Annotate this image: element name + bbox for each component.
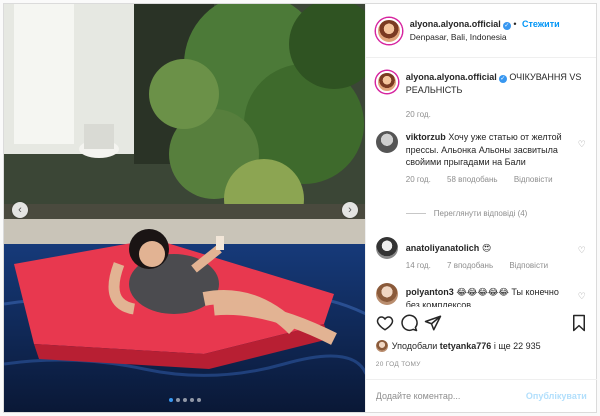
heart-icon[interactable]: ♡ <box>578 245 586 256</box>
action-bar <box>376 312 588 334</box>
location-link[interactable]: Denpasar, Bali, Indonesia <box>410 31 560 44</box>
comment-item: anatoliyanatolich 😍 14 год. 7 вподобань … <box>375 237 588 270</box>
carousel-dot <box>190 398 194 402</box>
comment-icon[interactable] <box>400 314 418 332</box>
add-comment-bar: Опублікувати <box>365 379 597 412</box>
comment-item: viktorzub Хочу уже статью от желтой прес… <box>375 131 588 184</box>
avatar[interactable] <box>375 340 388 352</box>
post-side-panel: alyona.alyona.official ✓ • Стежити Denpas… <box>364 4 597 412</box>
reply-button[interactable]: Відповісти <box>514 175 553 184</box>
avatar[interactable] <box>375 237 398 259</box>
comment-username[interactable]: polyanton3 <box>406 287 454 297</box>
carousel-dots <box>4 398 365 402</box>
heart-icon[interactable] <box>376 314 394 332</box>
avatar[interactable] <box>375 17 402 44</box>
avatar[interactable] <box>375 71 398 93</box>
avatar[interactable] <box>375 283 398 305</box>
post-header: alyona.alyona.official ✓ • Стежити Denpas… <box>365 4 596 58</box>
comment-text: 😍 <box>481 243 492 253</box>
avatar[interactable] <box>375 131 398 153</box>
post-dialog: ‹ › alyona.alyona.official ✓ • Стежити De… <box>3 3 597 413</box>
pool-scene-image <box>4 4 365 412</box>
heart-icon[interactable]: ♡ <box>578 291 586 302</box>
header-username[interactable]: alyona.alyona.official <box>410 19 501 29</box>
share-icon[interactable] <box>424 314 442 332</box>
carousel-dot <box>183 398 187 402</box>
comment-likes[interactable]: 7 вподобань <box>447 261 493 270</box>
comment-item: polyanton3 😂😂😂😂😂 Ты конечно без комплекс… <box>375 283 588 307</box>
bookmark-icon[interactable] <box>570 314 588 332</box>
post-timestamp[interactable]: 20 ГОД ТОМУ <box>376 361 421 368</box>
heart-icon[interactable]: ♡ <box>578 139 586 150</box>
verified-icon: ✓ <box>498 75 507 83</box>
comments-list: alyona.alyona.official ✓ ОЧІКУВАННЯ VS РЕ… <box>366 59 597 307</box>
carousel-dot <box>169 398 173 402</box>
comment-likes[interactable]: 58 вподобань <box>447 175 498 184</box>
caption-username[interactable]: alyona.alyona.official <box>406 72 497 82</box>
comment-input[interactable] <box>375 391 526 401</box>
likes-summary: Уподобали tetyanka776 і ще 22 935 <box>375 340 541 352</box>
view-replies-button[interactable]: Переглянути відповіді (4) <box>405 209 527 218</box>
post-photo[interactable]: ‹ › <box>4 4 365 412</box>
comment-username[interactable]: viktorzub <box>406 132 446 142</box>
liker-username[interactable]: tetyanka776 <box>440 341 492 351</box>
chevron-right-icon[interactable]: › <box>342 202 358 218</box>
follow-button[interactable]: Стежити <box>522 19 560 29</box>
reply-button[interactable]: Відповісти <box>509 261 548 270</box>
caption-time[interactable]: 20 год. <box>406 110 431 119</box>
post-comment-button[interactable]: Опублікувати <box>526 391 587 401</box>
chevron-left-icon[interactable]: ‹ <box>12 202 28 218</box>
verified-icon: ✓ <box>502 21 511 30</box>
comment-username[interactable]: anatoliyanatolich <box>406 243 480 253</box>
comment-time[interactable]: 20 год. <box>406 175 431 184</box>
likes-count[interactable]: і ще 22 935 <box>494 341 541 351</box>
carousel-dot <box>197 398 201 402</box>
comment-time[interactable]: 14 год. <box>406 261 431 270</box>
carousel-dot <box>176 398 180 402</box>
caption: alyona.alyona.official ✓ ОЧІКУВАННЯ VS РЕ… <box>375 71 588 119</box>
